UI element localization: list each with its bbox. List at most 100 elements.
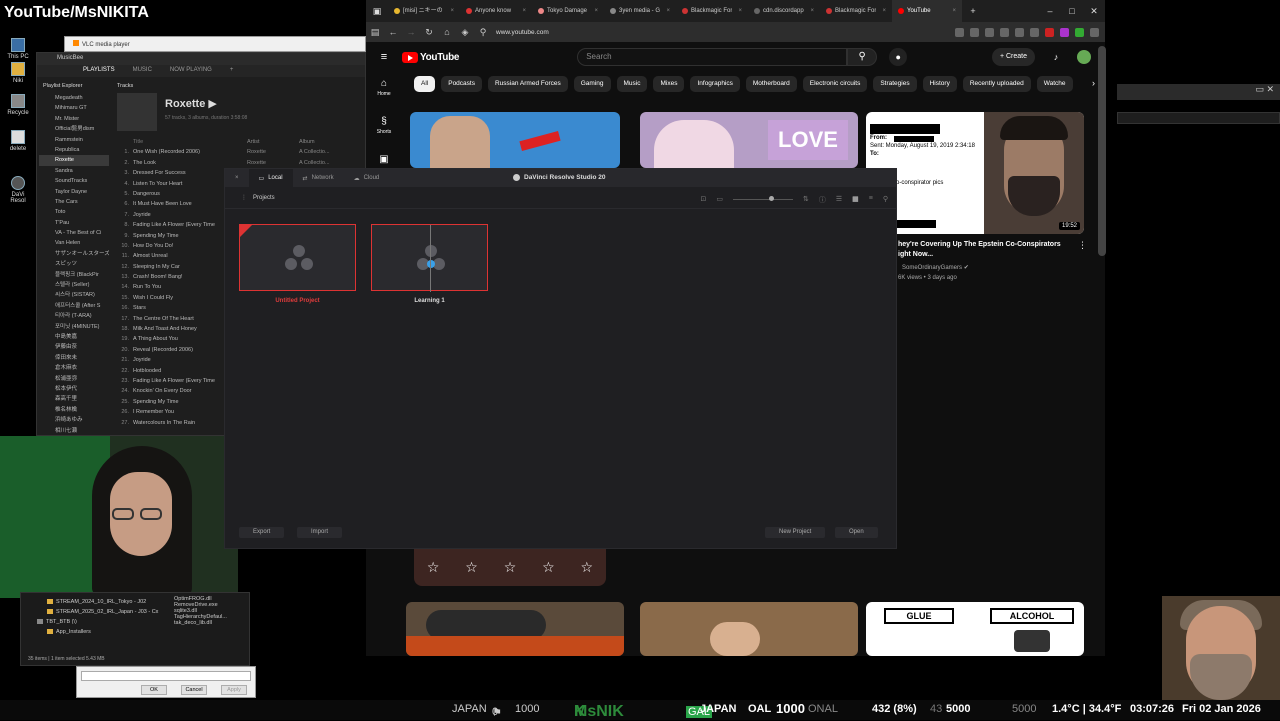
video-title[interactable]: hey're Covering Up The Epstein Co-Conspi… — [898, 240, 1088, 260]
close-icon[interactable]: ✕ — [1266, 84, 1274, 94]
search-input[interactable]: Search — [577, 48, 848, 66]
url-field[interactable]: www.youtube.com — [496, 29, 549, 36]
new-project-button[interactable]: New Project — [765, 527, 826, 538]
apply-button[interactable]: Apply — [221, 685, 247, 695]
playlist-item[interactable]: 스텔라 (Seller) — [39, 280, 109, 290]
playlist-item[interactable]: VA - The Best of Ci — [39, 228, 109, 238]
chip-podcasts[interactable]: Podcasts — [441, 76, 482, 92]
playlist-item[interactable]: T'Pau — [39, 218, 109, 228]
tab-add[interactable]: + — [230, 67, 234, 75]
browser-tab[interactable]: Blackmagic For × — [820, 0, 892, 22]
bookmark-star-icon[interactable] — [970, 27, 979, 37]
playlist-item[interactable]: Republica — [39, 145, 109, 155]
tab-music[interactable]: MUSIC — [133, 67, 152, 75]
grid-view-icon[interactable]: ▦ — [852, 195, 859, 205]
tab-cloud[interactable]: ☁ Cloud — [344, 169, 390, 187]
sort-icon[interactable]: ⇅ — [803, 195, 809, 205]
sidebar-toggle-icon[interactable]: ⋮ — [241, 194, 247, 201]
track-row[interactable]: 1. One Wish (Recorded 2006) Roxette A Colle… — [113, 147, 367, 157]
video-thumbnail-epstein[interactable]: From: Sent: Monday, August 19, 2019 2:34… — [866, 112, 1084, 234]
playlist-item[interactable]: 中島美嘉 — [39, 332, 109, 342]
browser-tab[interactable]: cdn.discordapp.com × — [748, 0, 820, 22]
cancel-button[interactable]: Cancel — [181, 685, 207, 695]
browser-tab[interactable]: YouTube × — [892, 0, 962, 22]
sidebar-toggle-icon[interactable]: ▤ — [366, 27, 384, 38]
playlist-item[interactable]: SoundTracks — [39, 176, 109, 186]
playlist-item[interactable]: サザンオールスターズ — [39, 249, 109, 259]
chip-russian-armed-forces[interactable]: Russian Armed Forces — [487, 76, 568, 92]
playlist-item[interactable]: 애프터스쿨 (After S — [39, 301, 109, 311]
desktop-icon-user[interactable]: Niki — [4, 62, 32, 84]
play-artist-icon[interactable]: ▶ — [208, 98, 216, 110]
close-tab-icon[interactable]: × — [450, 0, 454, 22]
import-button[interactable]: Import — [297, 527, 343, 538]
chip-electronic-circuits[interactable]: Electronic circuits — [802, 76, 868, 92]
video-thumbnail[interactable]: GLUE ALCOHOL — [866, 602, 1084, 656]
zoom-slider[interactable] — [732, 195, 793, 201]
vlc-window-titlebar[interactable]: VLC media player — [64, 36, 366, 52]
page-scrollbar[interactable] — [1098, 46, 1106, 256]
sidebar-item-home[interactable]: ⌂ Home — [366, 72, 402, 110]
playlist-item[interactable]: 椎名林檎 — [39, 405, 109, 415]
tab-playlists[interactable]: PLAYLISTS — [83, 67, 115, 75]
playlist-item[interactable]: The Cars — [39, 197, 109, 207]
chip-mixes[interactable]: Mixes — [653, 76, 685, 92]
playlist-item[interactable]: 松浦亜弥 — [39, 374, 109, 384]
minimize-icon[interactable]: ▭ — [1255, 84, 1264, 94]
playlist-item[interactable]: 倖田來未 — [39, 353, 109, 363]
playlist-item[interactable]: 森高千里 — [39, 394, 109, 404]
chip-all[interactable]: All — [414, 76, 436, 92]
open-button[interactable]: Open — [835, 527, 878, 538]
playlist-item[interactable]: Mr. Mister — [39, 114, 109, 124]
close-tab-icon[interactable]: × — [738, 0, 742, 22]
playlist-item[interactable]: Megadeath — [39, 93, 109, 103]
playlist-item[interactable]: 伊藤由奈 — [39, 342, 109, 352]
chip-music[interactable]: Music — [616, 76, 648, 92]
browser-tab[interactable]: Blackmagic For × — [676, 0, 748, 22]
close-tab-icon[interactable]: × — [952, 0, 956, 22]
playlist-item[interactable]: Mihimaru GT — [39, 103, 109, 113]
playlist-item[interactable]: スピッツ — [39, 259, 109, 269]
notifications-bell-icon[interactable]: ♪ — [1047, 52, 1065, 62]
close-tab-icon[interactable]: × — [666, 0, 670, 22]
playlist-item[interactable]: 블랙핑크 (BlackPir — [39, 270, 109, 280]
playlist-item[interactable]: 相川七瀬 — [39, 426, 109, 436]
close-tab-icon[interactable]: × — [522, 0, 526, 22]
browser-tab[interactable]: Tokyo Damage Rep × — [532, 0, 604, 22]
browser-tab[interactable]: [misi] ニキーの × — [388, 0, 460, 22]
video-thumbnail[interactable] — [410, 112, 620, 168]
chip-infographics[interactable]: Infographics — [690, 76, 740, 92]
video-thumbnail[interactable] — [406, 602, 624, 656]
chip-gaming[interactable]: Gaming — [573, 76, 611, 92]
minimize-icon[interactable]: – — [1039, 6, 1061, 16]
extension-icon[interactable] — [955, 27, 964, 37]
ok-button[interactable]: OK — [141, 685, 167, 695]
extension-icon[interactable] — [1075, 27, 1084, 37]
close-tab-icon[interactable]: × — [882, 0, 886, 22]
playlist-item[interactable]: Van Helen — [39, 238, 109, 248]
playlist-item[interactable]: Taylor Dayne — [39, 187, 109, 197]
file-item[interactable]: tak_deco_lib.dll — [170, 620, 248, 626]
star-icon[interactable]: ☆ — [580, 559, 593, 576]
info-icon[interactable]: ⓘ — [819, 195, 826, 205]
browser-tab[interactable]: Anyone know × — [460, 0, 532, 22]
more-options-icon[interactable]: ⋮ — [1078, 240, 1087, 251]
create-button[interactable]: + Create — [991, 48, 1035, 66]
chip-strategies[interactable]: Strategies — [873, 76, 917, 92]
star-icon[interactable]: ☆ — [465, 559, 478, 576]
back-icon[interactable]: ← — [384, 27, 402, 37]
musicbee-titlebar[interactable]: MusicBee — [37, 53, 365, 65]
extension-icon[interactable] — [1015, 27, 1024, 37]
desktop-icon-davinci[interactable]: DaVi Resol — [4, 176, 32, 204]
close-icon[interactable]: ✕ — [1083, 6, 1105, 17]
playlist-item[interactable]: Toto — [39, 207, 109, 217]
playlist-item[interactable]: 티아라 (T-ARA) — [39, 311, 109, 321]
avatar[interactable] — [1077, 50, 1091, 64]
list-view-icon[interactable]: ☰ — [836, 195, 842, 205]
video-thumbnail[interactable] — [640, 602, 858, 656]
voice-search-button[interactable]: ● — [889, 48, 908, 66]
playlist-item[interactable]: 浜崎あゆみ — [39, 415, 109, 425]
new-folder-icon[interactable]: ⊡ — [700, 195, 706, 205]
desktop-icon-this-pc[interactable]: This PC — [4, 38, 32, 60]
project-card[interactable] — [239, 224, 356, 291]
